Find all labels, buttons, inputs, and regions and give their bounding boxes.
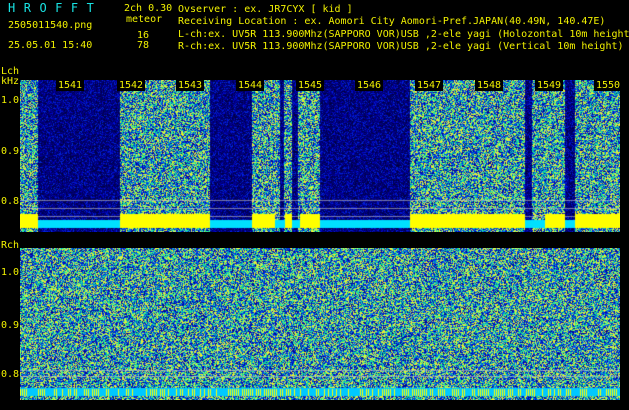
time-label-1541: 1541 bbox=[56, 80, 85, 91]
right-channel-label: Rch bbox=[1, 240, 20, 251]
time-label-1546: 1546 bbox=[355, 80, 384, 91]
time-label-1547: 1547 bbox=[415, 80, 444, 91]
observer-info: Ovserver : ex. JR7CYX [ kid ] bbox=[178, 4, 353, 15]
meteor-count-label: meteor bbox=[126, 14, 163, 25]
right-ytick-1-0: 1.0 bbox=[1, 267, 20, 278]
app-title: HROFFT bbox=[8, 1, 103, 15]
right-spectrogram bbox=[20, 248, 620, 400]
time-label-1543: 1543 bbox=[176, 80, 205, 91]
frequency-unit-label: kHz bbox=[1, 76, 20, 87]
filename: 2505011540.png bbox=[8, 20, 93, 31]
right-ytick-0-8: 0.8 bbox=[1, 369, 20, 380]
left-channel-info: L-ch:ex. UV5R 113.900Mhz(SAPPORO VOR)USB… bbox=[178, 29, 629, 40]
right-channel-info: R-ch:ex. UV5R 113.900Mhz(SAPPORO VOR)USB… bbox=[178, 41, 624, 52]
left-ytick-0-9: 0.9 bbox=[1, 146, 20, 157]
time-label-1548: 1548 bbox=[475, 80, 504, 91]
time-label-1545: 1545 bbox=[296, 80, 325, 91]
left-ytick-0-8: 0.8 bbox=[1, 196, 20, 207]
datetime: 25.05.01 15:40 bbox=[8, 40, 93, 51]
time-label-1544: 1544 bbox=[236, 80, 265, 91]
time-label-1549: 1549 bbox=[535, 80, 564, 91]
location-info: Receiving Location : ex. Aomori City Aom… bbox=[178, 16, 606, 27]
left-spectrogram bbox=[20, 80, 620, 232]
left-ytick-1-0: 1.0 bbox=[1, 95, 20, 106]
right-ytick-0-9: 0.9 bbox=[1, 320, 20, 331]
time-label-1542: 1542 bbox=[117, 80, 146, 91]
meteor-count-right: 78 bbox=[137, 40, 150, 51]
time-label-1550: 1550 bbox=[594, 80, 623, 91]
